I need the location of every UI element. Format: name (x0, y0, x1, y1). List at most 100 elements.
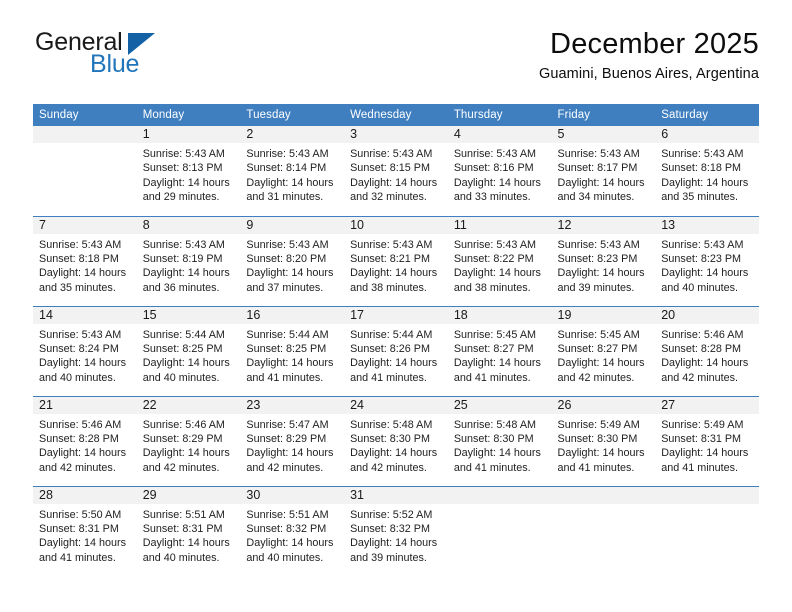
day-detail-daylight-line1: Daylight: 14 hours (661, 267, 749, 280)
calendar-day-cell[interactable]: 9 Sunrise: 5:43 AM Sunset: 8:20 PM Daylight… (240, 215, 345, 306)
day-detail-daylight-line2: and 40 minutes. (142, 551, 220, 564)
day-number (447, 486, 552, 504)
day-detail-sunset: Sunset: 8:18 PM (661, 162, 742, 175)
day-detail-daylight-line1: Daylight: 14 hours (453, 357, 541, 370)
day-detail-sunrise: Sunrise: 5:43 AM (39, 238, 122, 251)
calendar-day-cell[interactable]: 25 Sunrise: 5:48 AM Sunset: 8:30 PM Dayligh… (447, 395, 552, 486)
day-detail-sunrise: Sunrise: 5:50 AM (39, 508, 122, 521)
calendar-day-cell[interactable]: 20 Sunrise: 5:46 AM Sunset: 8:28 PM Dayligh… (655, 305, 759, 396)
day-detail-daylight-line2: and 29 minutes. (142, 191, 220, 204)
day-detail-daylight-line2: and 37 minutes. (246, 281, 324, 294)
day-number: 6 (655, 126, 759, 143)
calendar-day-cell[interactable]: 29 Sunrise: 5:51 AM Sunset: 8:31 PM Dayligh… (136, 485, 241, 576)
calendar-day-cell[interactable]: 15 Sunrise: 5:44 AM Sunset: 8:25 PM Dayligh… (136, 305, 241, 396)
day-details: Sunrise: 5:44 AM Sunset: 8:25 PM Daylight:… (137, 324, 241, 386)
day-number: 25 (447, 396, 552, 414)
day-detail-sunrise: Sunrise: 5:43 AM (453, 238, 537, 251)
day-details: Sunrise: 5:43 AM Sunset: 8:19 PM Daylight:… (137, 234, 241, 296)
day-number: 20 (655, 306, 759, 324)
calendar-day-cell[interactable]: 19 Sunrise: 5:45 AM Sunset: 8:27 PM Dayligh… (551, 305, 656, 396)
day-detail-sunset: Sunset: 8:27 PM (557, 342, 638, 355)
day-detail-sunrise: Sunrise: 5:51 AM (246, 508, 329, 521)
calendar-day-cell[interactable]: 27 Sunrise: 5:49 AM Sunset: 8:31 PM Dayligh… (655, 395, 759, 486)
day-number (33, 126, 137, 143)
calendar-day-cell[interactable]: 11 Sunrise: 5:43 AM Sunset: 8:22 PM Dayligh… (447, 215, 552, 306)
day-number: 28 (33, 486, 137, 504)
day-details: Sunrise: 5:43 AM Sunset: 8:20 PM Daylight:… (240, 234, 344, 296)
day-details: Sunrise: 5:43 AM Sunset: 8:23 PM Daylight:… (655, 234, 759, 296)
day-number: 9 (240, 216, 345, 234)
day-detail-daylight-line2: and 35 minutes. (661, 191, 739, 204)
calendar-day-cell[interactable]: 28 Sunrise: 5:50 AM Sunset: 8:31 PM Dayligh… (33, 485, 137, 576)
day-details: Sunrise: 5:46 AM Sunset: 8:28 PM Daylight:… (655, 324, 759, 386)
calendar-day-cell[interactable]: 23 Sunrise: 5:47 AM Sunset: 8:29 PM Dayligh… (240, 395, 345, 486)
day-detail-sunrise: Sunrise: 5:46 AM (661, 328, 744, 341)
calendar-day-cell[interactable]: 10 Sunrise: 5:43 AM Sunset: 8:21 PM Dayligh… (344, 215, 448, 306)
calendar-day-cell[interactable]: 18 Sunrise: 5:45 AM Sunset: 8:27 PM Dayligh… (447, 305, 552, 396)
day-detail-daylight-line1: Daylight: 14 hours (557, 176, 645, 189)
day-details: Sunrise: 5:43 AM Sunset: 8:18 PM Daylight:… (33, 234, 137, 296)
calendar-day-cell[interactable]: 12 Sunrise: 5:43 AM Sunset: 8:23 PM Dayligh… (551, 215, 656, 306)
day-detail-sunset: Sunset: 8:30 PM (557, 432, 638, 445)
calendar-week-row: 7 Sunrise: 5:43 AM Sunset: 8:18 PM Daylight… (33, 215, 759, 306)
calendar-day-cell[interactable]: 2 Sunrise: 5:43 AM Sunset: 8:14 PM Daylight… (240, 126, 345, 216)
calendar-day-cell[interactable]: 24 Sunrise: 5:48 AM Sunset: 8:30 PM Dayligh… (344, 395, 448, 486)
calendar-day-cell[interactable]: 7 Sunrise: 5:43 AM Sunset: 8:18 PM Daylight… (33, 215, 137, 306)
day-detail-sunset: Sunset: 8:18 PM (39, 252, 119, 265)
day-detail-sunrise: Sunrise: 5:51 AM (142, 508, 225, 521)
day-detail-daylight-line2: and 41 minutes. (661, 461, 739, 474)
calendar-day-cell[interactable]: 22 Sunrise: 5:46 AM Sunset: 8:29 PM Dayligh… (136, 395, 241, 486)
day-details: Sunrise: 5:46 AM Sunset: 8:28 PM Daylight:… (33, 414, 137, 476)
day-detail-sunset: Sunset: 8:21 PM (350, 252, 430, 265)
day-detail-daylight-line1: Daylight: 14 hours (557, 357, 645, 370)
calendar-day-cell[interactable]: 30 Sunrise: 5:51 AM Sunset: 8:32 PM Dayligh… (240, 485, 345, 576)
day-detail-daylight-line2: and 42 minutes. (661, 371, 739, 384)
day-detail-daylight-line2: and 32 minutes. (350, 191, 427, 204)
day-detail-sunrise: Sunrise: 5:43 AM (557, 238, 640, 251)
calendar-day-cell[interactable]: 3 Sunrise: 5:43 AM Sunset: 8:15 PM Daylight… (344, 126, 448, 216)
day-details: Sunrise: 5:43 AM Sunset: 8:17 PM Daylight:… (552, 143, 656, 205)
day-detail-sunrise: Sunrise: 5:46 AM (142, 418, 225, 431)
day-details: Sunrise: 5:43 AM Sunset: 8:22 PM Daylight:… (448, 234, 552, 296)
calendar-day-cell[interactable]: 4 Sunrise: 5:43 AM Sunset: 8:16 PM Daylight… (447, 126, 552, 216)
calendar-day-cell[interactable]: 17 Sunrise: 5:44 AM Sunset: 8:26 PM Dayligh… (344, 305, 448, 396)
day-details: Sunrise: 5:43 AM Sunset: 8:23 PM Daylight:… (552, 234, 656, 296)
day-detail-sunrise: Sunrise: 5:43 AM (350, 148, 433, 160)
day-details (552, 504, 656, 508)
general-blue-logo[interactable]: General Blue (33, 28, 233, 88)
day-number: 30 (240, 486, 345, 504)
calendar-day-cell[interactable]: 14 Sunrise: 5:43 AM Sunset: 8:24 PM Dayligh… (33, 305, 137, 396)
calendar-day-cell[interactable]: 13 Sunrise: 5:43 AM Sunset: 8:23 PM Dayligh… (655, 215, 759, 306)
day-details (33, 143, 137, 147)
day-detail-daylight-line1: Daylight: 14 hours (142, 267, 230, 280)
weekday-header-row: Sunday Monday Tuesday Wednesday Thursday… (33, 104, 759, 126)
day-detail-daylight-line2: and 36 minutes. (142, 281, 220, 294)
day-detail-daylight-line1: Daylight: 14 hours (39, 537, 127, 550)
calendar-day-cell[interactable]: 1 Sunrise: 5:43 AM Sunset: 8:13 PM Daylight… (136, 126, 241, 216)
day-detail-sunset: Sunset: 8:31 PM (39, 522, 119, 535)
calendar-day-cell[interactable]: 31 Sunrise: 5:52 AM Sunset: 8:32 PM Dayligh… (344, 485, 448, 576)
calendar-cell-empty (33, 126, 137, 216)
day-number: 5 (551, 126, 656, 143)
day-detail-sunrise: Sunrise: 5:43 AM (661, 238, 744, 251)
calendar-day-cell[interactable]: 8 Sunrise: 5:43 AM Sunset: 8:19 PM Daylight… (136, 215, 241, 306)
day-detail-daylight-line2: and 42 minutes. (246, 461, 324, 474)
day-number: 19 (551, 306, 656, 324)
calendar-day-cell[interactable]: 21 Sunrise: 5:46 AM Sunset: 8:28 PM Dayligh… (33, 395, 137, 486)
day-details: Sunrise: 5:43 AM Sunset: 8:18 PM Daylight:… (655, 143, 759, 205)
day-number (551, 486, 656, 504)
day-detail-sunset: Sunset: 8:29 PM (142, 432, 223, 445)
calendar-day-cell[interactable]: 6 Sunrise: 5:43 AM Sunset: 8:18 PM Daylight… (655, 126, 759, 216)
day-detail-daylight-line2: and 40 minutes. (246, 551, 324, 564)
day-detail-sunset: Sunset: 8:25 PM (142, 342, 223, 355)
day-details: Sunrise: 5:44 AM Sunset: 8:25 PM Daylight:… (240, 324, 344, 386)
calendar-day-cell[interactable]: 5 Sunrise: 5:43 AM Sunset: 8:17 PM Daylight… (551, 126, 656, 216)
day-number: 7 (33, 216, 137, 234)
day-detail-daylight-line1: Daylight: 14 hours (142, 357, 230, 370)
day-detail-sunset: Sunset: 8:23 PM (557, 252, 638, 265)
calendar-day-cell[interactable]: 26 Sunrise: 5:49 AM Sunset: 8:30 PM Dayligh… (551, 395, 656, 486)
day-detail-sunrise: Sunrise: 5:43 AM (661, 148, 744, 160)
calendar-day-cell[interactable]: 16 Sunrise: 5:44 AM Sunset: 8:25 PM Dayligh… (240, 305, 345, 396)
calendar-grid: Sunday Monday Tuesday Wednesday Thursday… (33, 104, 759, 576)
day-details: Sunrise: 5:46 AM Sunset: 8:29 PM Daylight:… (137, 414, 241, 476)
